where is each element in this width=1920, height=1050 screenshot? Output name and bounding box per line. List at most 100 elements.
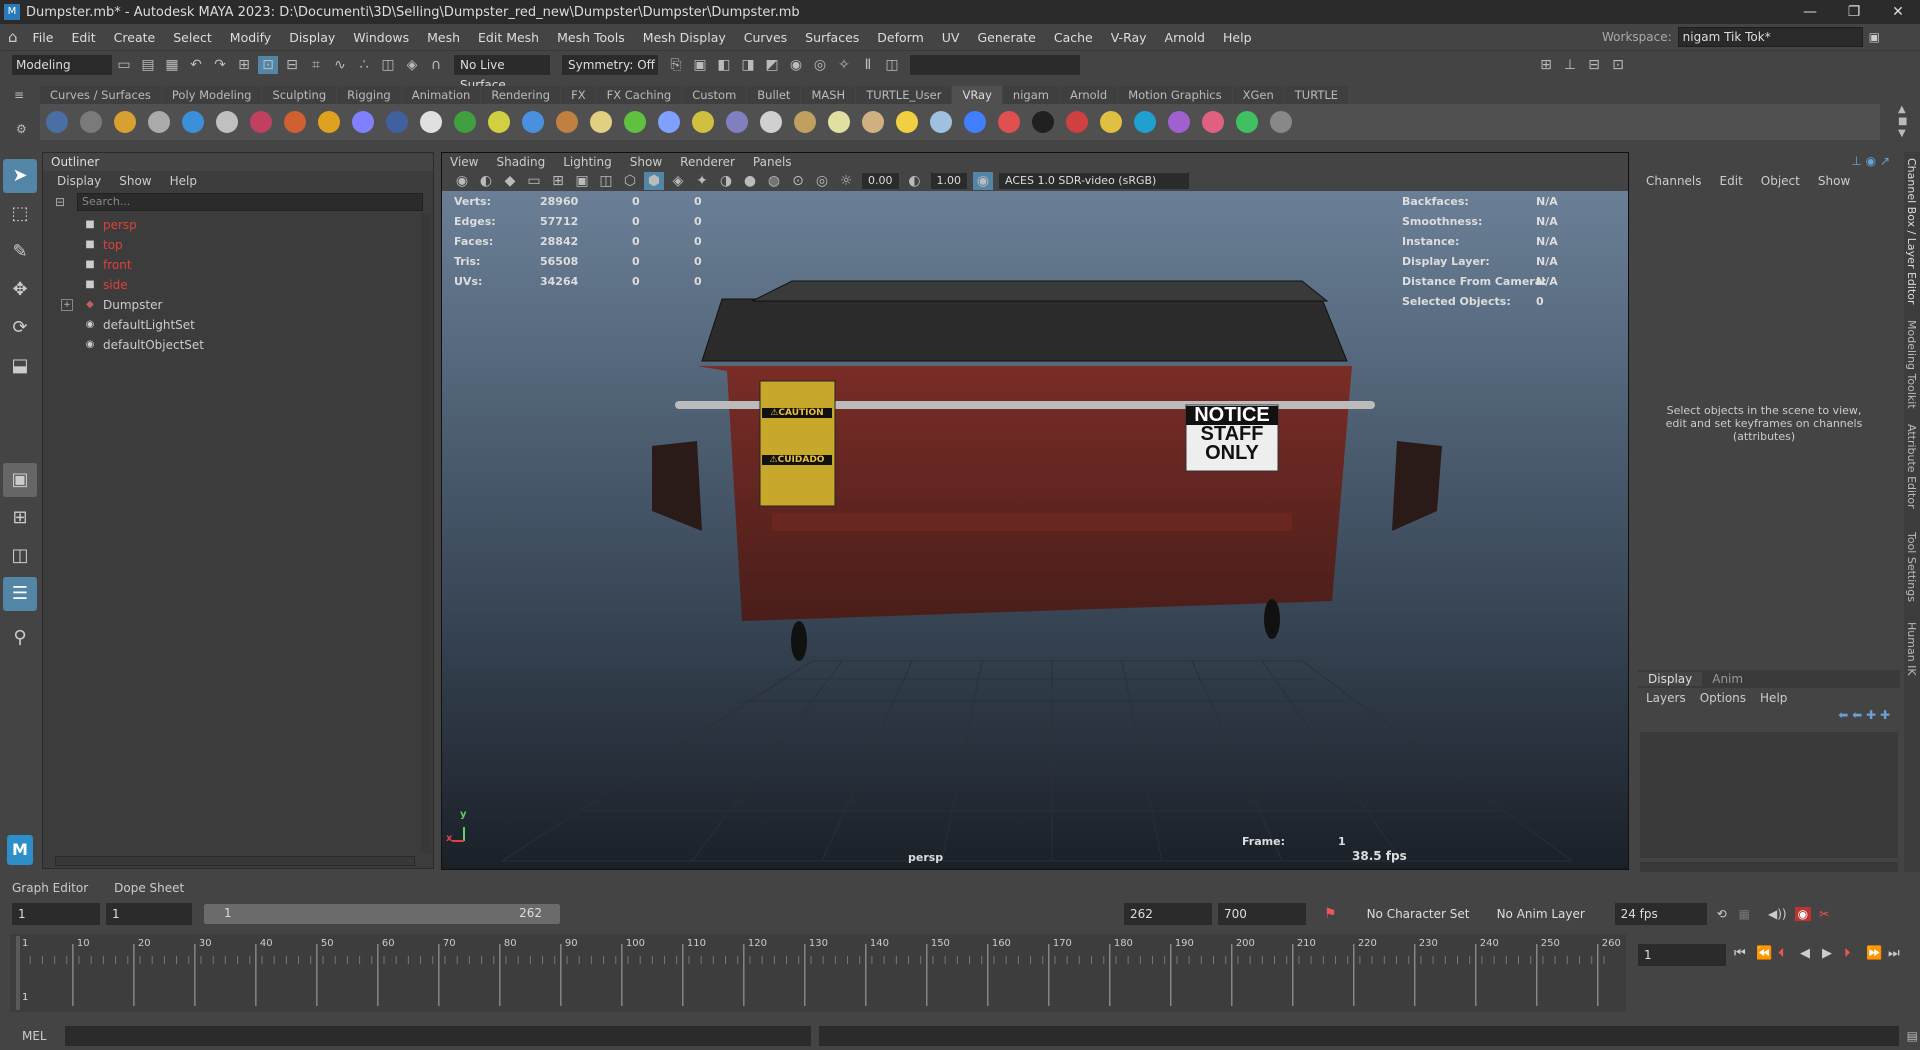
side-tab-modeling-toolkit[interactable]: Modeling Toolkit — [1905, 320, 1918, 409]
rotate-tool-icon[interactable]: ⟳ — [3, 311, 37, 345]
isolate-select-icon[interactable]: ⊙ — [788, 172, 808, 190]
layer-menu-options[interactable]: Options — [1700, 691, 1746, 705]
layer-menu-layers[interactable]: Layers — [1646, 691, 1686, 705]
snap-surface-icon[interactable]: ◈ — [402, 56, 422, 74]
tab-dope-sheet[interactable]: Dope Sheet — [114, 881, 184, 895]
shadows-icon[interactable]: ◑ — [716, 172, 736, 190]
select-object-icon[interactable]: ⊡ — [258, 55, 278, 74]
quick-input-field[interactable] — [910, 54, 1080, 75]
render-icon[interactable]: ◧ — [714, 56, 734, 74]
playback-start-field[interactable]: 1 — [106, 903, 192, 925]
help-icon[interactable] — [1266, 107, 1296, 137]
redo-icon[interactable]: ↷ — [210, 56, 230, 74]
vray-globe-icon[interactable] — [586, 107, 616, 137]
shelf-tab-nigam[interactable]: nigam — [1002, 86, 1059, 104]
play-backwards-icon[interactable]: ◀ — [1800, 946, 1822, 961]
menu-windows[interactable]: Windows — [344, 30, 418, 45]
cache-icon[interactable]: ▦ — [1739, 907, 1750, 921]
channel-box-tools-icon[interactable]: ⊥ ◉ ↗ — [1851, 154, 1890, 168]
vray-cloud-icon[interactable] — [1130, 107, 1160, 137]
workspace-dropdown[interactable]: nigam Tik Tok* — [1677, 27, 1863, 47]
vray-light2-icon[interactable] — [824, 107, 854, 137]
bookmark-icon[interactable]: ◆ — [500, 172, 520, 190]
scale-tool-icon[interactable]: ⬓ — [3, 349, 37, 383]
outliner-menu-display[interactable]: Display — [57, 174, 101, 188]
menu-select[interactable]: Select — [164, 30, 221, 45]
playback-end-field[interactable]: 262 — [1124, 903, 1212, 925]
textured-icon[interactable]: ◈ — [668, 172, 688, 190]
vray-sphere-icon[interactable] — [178, 107, 208, 137]
outliner-item[interactable]: ■ top — [43, 235, 433, 255]
shelf-tab-turtle-user[interactable]: TURTLE_User — [856, 86, 952, 104]
layer-move-up-icon[interactable]: ⬅ — [1838, 708, 1848, 722]
vray-proxy-icon[interactable] — [348, 107, 378, 137]
shelf-tab-mash[interactable]: MASH — [801, 86, 856, 104]
shelf-menu-icon[interactable]: ≡ — [14, 88, 24, 102]
shelf-tab-bullet[interactable]: Bullet — [747, 86, 801, 104]
exposure-icon[interactable]: ☼ — [836, 172, 856, 190]
outliner-menu-show[interactable]: Show — [119, 174, 151, 188]
undo-icon[interactable]: ↶ — [186, 56, 206, 74]
layer-tab-display[interactable]: Display — [1638, 672, 1703, 686]
vray-sphere3-icon[interactable] — [960, 107, 990, 137]
render-settings-icon[interactable]: ▣ — [690, 56, 710, 74]
menu-edit-mesh[interactable]: Edit Mesh — [469, 30, 548, 45]
vray-settings-icon[interactable] — [42, 107, 72, 137]
viewport-menu-lighting[interactable]: Lighting — [563, 155, 612, 169]
outliner-item[interactable]: ■ side — [43, 275, 433, 295]
right-tool-3-icon[interactable]: ⊟ — [1584, 56, 1604, 74]
menu-file[interactable]: File — [24, 30, 63, 45]
vray-sphere2-icon[interactable] — [722, 107, 752, 137]
vray-plane-icon[interactable] — [416, 107, 446, 137]
shelf-tab-motion-graphics[interactable]: Motion Graphics — [1118, 86, 1232, 104]
menu-modify[interactable]: Modify — [221, 30, 280, 45]
shelf-tab-arnold[interactable]: Arnold — [1059, 86, 1118, 104]
shelf-tab-vray[interactable]: VRay — [952, 86, 1002, 104]
menu-help[interactable]: Help — [1214, 30, 1261, 45]
side-tab-attribute-editor[interactable]: Attribute Editor — [1905, 424, 1918, 509]
outliner-scrollbar[interactable] — [421, 213, 431, 853]
search-icon[interactable]: ⚲ — [3, 621, 37, 655]
menu-set-dropdown[interactable]: Modeling — [12, 54, 112, 75]
viewport-menu-panels[interactable]: Panels — [753, 155, 792, 169]
vray-grass-icon[interactable] — [620, 107, 650, 137]
side-tab-tool-settings[interactable]: Tool Settings — [1905, 532, 1918, 602]
hypershade-icon[interactable]: ◉ — [786, 56, 806, 74]
vray-arrows-icon[interactable] — [1232, 107, 1262, 137]
menu-mesh-display[interactable]: Mesh Display — [634, 30, 735, 45]
auto-key-toggle-icon[interactable]: ◉ — [1794, 907, 1812, 921]
layer-tab-anim[interactable]: Anim — [1702, 672, 1753, 686]
play-forwards-icon[interactable]: ▶ — [1822, 946, 1844, 961]
vray-paper-icon[interactable] — [926, 107, 956, 137]
shelf-tab-rigging[interactable]: Rigging — [337, 86, 401, 104]
layer-hscrollbar[interactable] — [1640, 862, 1898, 872]
shelf-tab-turtle[interactable]: TURTLE — [1284, 86, 1349, 104]
shelf-tab-sculpting[interactable]: Sculpting — [262, 86, 337, 104]
menu-mesh-tools[interactable]: Mesh Tools — [548, 30, 634, 45]
snap-curve-icon[interactable]: ∿ — [330, 56, 350, 74]
menu-cache[interactable]: Cache — [1045, 30, 1102, 45]
antialias-icon[interactable]: ◍ — [764, 172, 784, 190]
outliner-item[interactable]: + ◆ Dumpster — [43, 295, 433, 315]
vray-dome2-icon[interactable] — [756, 107, 786, 137]
mel-label[interactable]: MEL — [22, 1029, 47, 1043]
snap-magnet-icon[interactable]: ∩ — [426, 56, 446, 74]
grid-toggle-icon[interactable]: ⊞ — [548, 172, 568, 190]
select-hierarchy-icon[interactable]: ⊞ — [234, 56, 254, 74]
channel-menu-edit[interactable]: Edit — [1720, 174, 1743, 188]
menu-uv[interactable]: UV — [933, 30, 969, 45]
viewport-menu-view[interactable]: View — [450, 155, 478, 169]
paint-select-tool-icon[interactable]: ✎ — [3, 235, 37, 269]
close-button[interactable]: ✕ — [1876, 0, 1920, 24]
resolution-gate-icon[interactable]: ◫ — [596, 172, 616, 190]
anim-layer-dropdown[interactable]: No Anim Layer — [1490, 903, 1599, 925]
vray-ghost-icon[interactable] — [1164, 107, 1194, 137]
render-setup-icon[interactable]: ◎ — [810, 56, 830, 74]
loop-icon[interactable]: ⟲ — [1717, 907, 1727, 921]
menu-deform[interactable]: Deform — [868, 30, 932, 45]
side-tab-channel-box[interactable]: Channel Box / Layer Editor — [1905, 158, 1918, 305]
vray-sun-icon[interactable] — [892, 107, 922, 137]
vray-rings-icon[interactable] — [994, 107, 1024, 137]
outliner-search-input[interactable]: Search... — [77, 193, 423, 211]
expand-icon[interactable]: + — [61, 299, 73, 311]
